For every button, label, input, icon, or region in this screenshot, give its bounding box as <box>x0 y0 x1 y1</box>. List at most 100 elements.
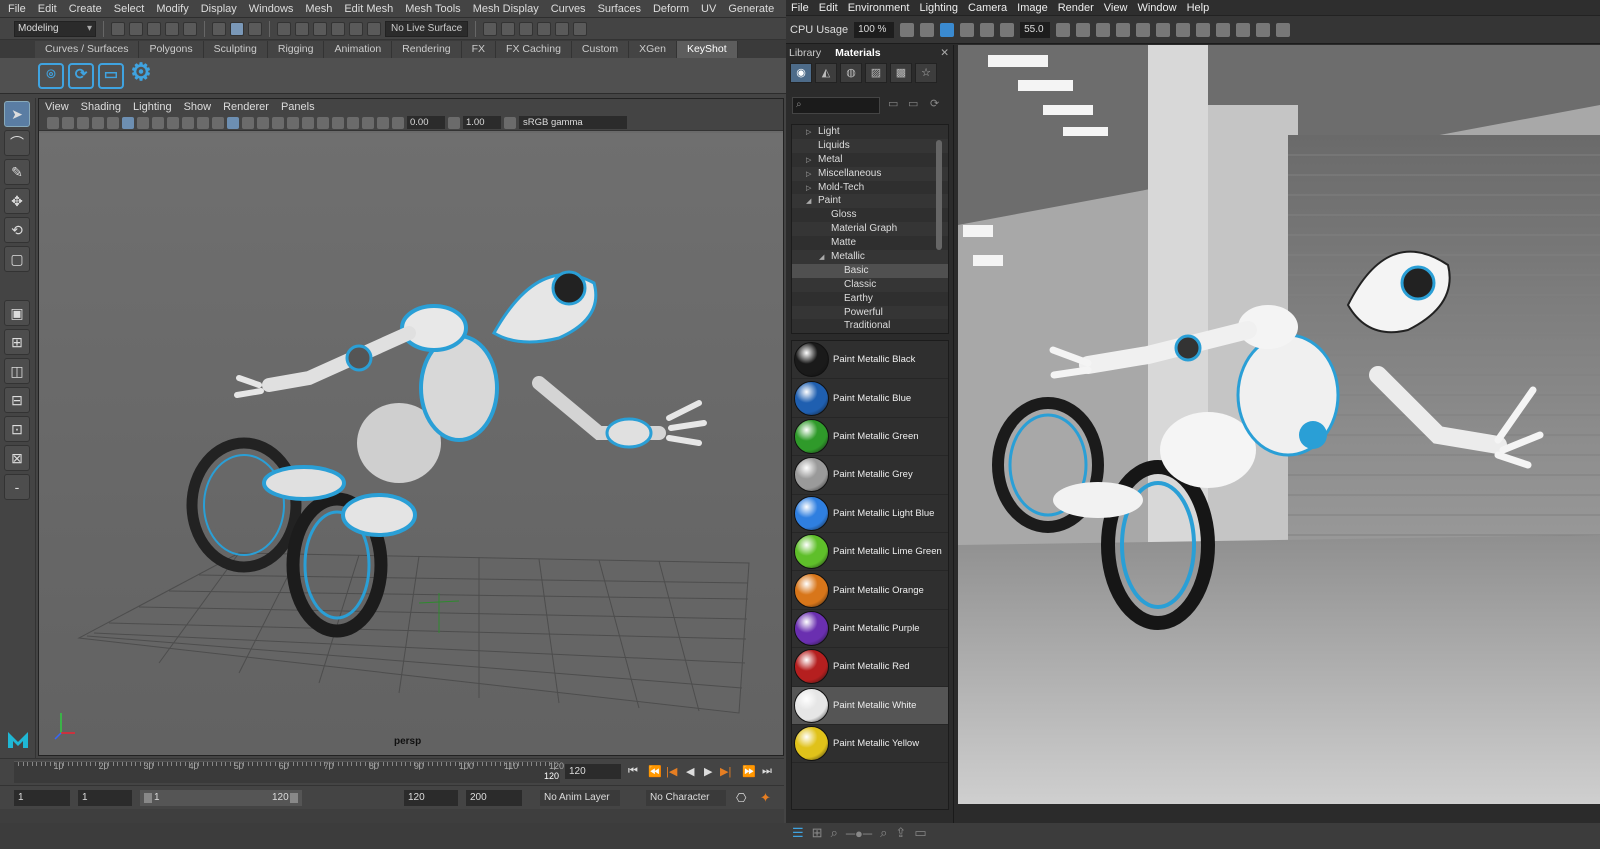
gamma-field[interactable]: 1.00 <box>463 116 501 129</box>
maya-menu-item[interactable]: File <box>8 3 26 15</box>
snap-point-icon[interactable] <box>313 21 327 36</box>
shelf-tab[interactable]: Animation <box>324 41 393 58</box>
shelf-tab[interactable]: Curves / Surfaces <box>35 41 140 58</box>
shelf-tab[interactable]: Rigging <box>267 41 325 58</box>
material-item[interactable]: Paint Metallic Purple <box>792 610 948 649</box>
colors-category-icon[interactable]: ◭ <box>815 63 837 83</box>
view-transform-dropdown[interactable]: sRGB gamma <box>519 116 627 129</box>
maya-menu-item[interactable]: Edit <box>38 3 57 15</box>
expand-arrow-icon[interactable]: ◢ <box>819 251 831 265</box>
mode-dropdown[interactable]: Modeling <box>14 20 96 37</box>
viewport-menu-item[interactable]: Panels <box>281 101 315 113</box>
step-forward-frame-icon[interactable]: ⏩ <box>742 765 756 778</box>
keyshotxr-icon[interactable] <box>1216 22 1231 37</box>
field-chart-icon[interactable] <box>167 116 179 129</box>
hypershade-icon[interactable] <box>537 21 552 36</box>
keyshot-menu-item[interactable]: Help <box>1187 2 1210 14</box>
tree-item[interactable]: Traditional <box>792 319 948 333</box>
zoom-out-icon[interactable]: ⌕ <box>831 825 838 841</box>
snap-surface-icon[interactable] <box>349 21 363 36</box>
ipr-render-icon[interactable] <box>501 21 516 36</box>
anti-alias-icon[interactable] <box>332 116 344 129</box>
redo-icon[interactable] <box>183 21 197 36</box>
color-management-icon[interactable] <box>504 116 516 129</box>
exposure-field[interactable]: 0.00 <box>407 116 445 129</box>
safe-action-icon[interactable] <box>182 116 194 129</box>
render-icon[interactable] <box>1156 22 1171 37</box>
current-frame-field[interactable]: 120 <box>565 764 621 779</box>
select-hierarchy-icon[interactable] <box>212 21 226 36</box>
tree-item[interactable]: Liquids <box>792 138 948 153</box>
maya-menu-item[interactable]: Mesh Tools <box>405 3 460 15</box>
fit-view-icon[interactable] <box>960 22 975 37</box>
tree-scrollbar[interactable] <box>936 140 942 250</box>
keyshot-export-icon[interactable]: ⌾ <box>38 62 64 89</box>
maya-menu-item[interactable]: Edit Mesh <box>344 3 393 15</box>
material-item[interactable]: Paint Metallic Green <box>792 418 948 457</box>
auto-key-icon[interactable]: ⎔ <box>736 791 746 805</box>
expand-arrow-icon[interactable]: ▷ <box>806 168 818 182</box>
light-editor-icon[interactable] <box>573 21 588 36</box>
keyshot-menu-item[interactable]: Edit <box>819 2 838 14</box>
render-settings-icon[interactable] <box>519 21 534 36</box>
add-folder-icon[interactable]: ▭ <box>888 97 898 110</box>
viewport-menu-item[interactable]: Show <box>184 101 212 113</box>
refresh-library-icon[interactable]: ⟳ <box>930 97 939 110</box>
maya-menu-item[interactable]: Windows <box>249 3 294 15</box>
maya-menu-item[interactable]: Create <box>69 3 102 15</box>
play-forward-icon[interactable]: ▶ <box>704 765 712 778</box>
shelf-tab[interactable]: Sculpting <box>203 41 268 58</box>
maya-menu-item[interactable]: Surfaces <box>598 3 641 15</box>
tree-item[interactable]: Basic <box>792 263 948 278</box>
range-end-field[interactable]: 200 <box>466 790 522 806</box>
gate-mask-icon[interactable] <box>152 116 164 129</box>
maya-menu-item[interactable]: UV <box>701 3 716 15</box>
bookmark-icon[interactable] <box>77 116 89 129</box>
live-surface-icon[interactable] <box>367 21 381 36</box>
keyshot-menu-item[interactable]: View <box>1104 2 1128 14</box>
rotate-tool-icon[interactable]: ⟲ <box>4 217 30 243</box>
console-icon[interactable] <box>1276 22 1291 37</box>
viewport-menu-item[interactable]: Lighting <box>133 101 172 113</box>
library-search-input[interactable]: ⌕ <box>792 97 880 114</box>
materials-category-icon[interactable]: ◉ <box>790 63 812 83</box>
fov-icon[interactable] <box>1000 22 1015 37</box>
keyshot-menu-item[interactable]: File <box>791 2 809 14</box>
snap-grid-icon[interactable] <box>277 21 291 36</box>
textures-category-icon[interactable]: ▩ <box>890 63 912 83</box>
maya-menu-item[interactable]: Select <box>114 3 145 15</box>
viewport-menu-item[interactable]: Shading <box>81 101 121 113</box>
keyshot-menu-item[interactable]: Window <box>1137 2 1176 14</box>
keyshot-menu-item[interactable]: Camera <box>968 2 1007 14</box>
scale-tool-icon[interactable]: ▢ <box>4 246 30 272</box>
undo-icon[interactable] <box>165 21 179 36</box>
snap-view-icon[interactable] <box>331 21 345 36</box>
expand-arrow-icon[interactable]: ◢ <box>806 195 818 209</box>
step-forward-key-icon[interactable]: ▶| <box>720 765 731 778</box>
layout-script-icon[interactable]: ⊠ <box>4 445 30 471</box>
grid-view-icon[interactable]: ⊞ <box>812 825 823 841</box>
keyshot-menu-item[interactable]: Lighting <box>919 2 958 14</box>
expand-arrow-icon[interactable]: ▷ <box>806 182 818 196</box>
save-scene-icon[interactable] <box>147 21 161 36</box>
camera-attributes-icon[interactable] <box>62 116 74 129</box>
keyshot-menu-item[interactable]: Image <box>1017 2 1048 14</box>
tree-item[interactable]: ▷ Light <box>792 125 948 139</box>
shelf-tab[interactable]: Rendering <box>392 41 462 58</box>
keyshot-folder-icon[interactable]: ▭ <box>98 62 124 89</box>
tree-item[interactable]: Powerful <box>792 305 948 320</box>
resolution-gate-icon[interactable] <box>137 116 149 129</box>
use-lights-icon[interactable] <box>272 116 284 129</box>
select-tool-icon[interactable]: ➤ <box>4 101 30 127</box>
tree-item[interactable]: ◢ Paint <box>792 194 948 209</box>
expand-arrow-icon[interactable]: ▷ <box>806 126 818 140</box>
playback-start-field[interactable]: 1 <box>78 790 132 806</box>
rotate-env-icon[interactable] <box>1116 22 1131 37</box>
xray-icon[interactable] <box>362 116 374 129</box>
backplates-category-icon[interactable]: ▨ <box>865 63 887 83</box>
select-component-icon[interactable] <box>248 21 262 36</box>
time-slider-track[interactable]: 10 20 30 40 50 60 70 80 90 100 110 120 <box>14 761 564 783</box>
pan-icon[interactable] <box>1076 22 1091 37</box>
list-view-icon[interactable]: ☰ <box>792 825 804 841</box>
keyshot-settings-gear-icon[interactable]: ⚙ <box>128 60 154 89</box>
